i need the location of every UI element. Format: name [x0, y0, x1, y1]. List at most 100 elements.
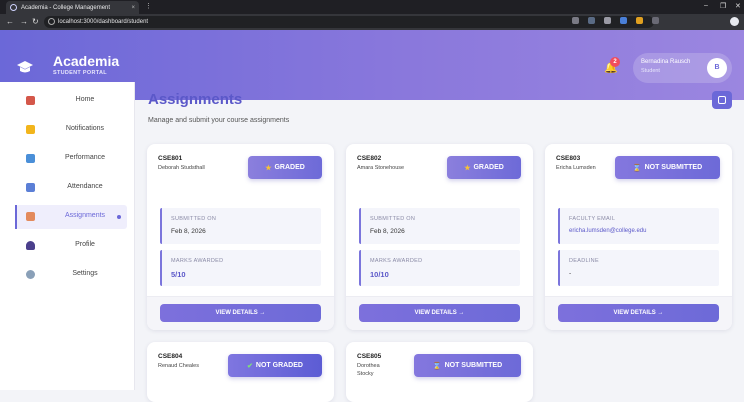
course-code: CSE803 — [556, 155, 581, 162]
url-input[interactable]: localhost:3000/dashboard/student — [44, 16, 654, 28]
tab-title: Academia - College Management — [21, 4, 111, 11]
info-label: MARKS AWARDED — [171, 258, 224, 264]
sidebar-item-notifications[interactable]: Notifications — [16, 118, 127, 142]
star-icon: ★ — [265, 164, 272, 172]
star-icon: ★ — [464, 164, 471, 172]
address-bar: ← → ↻ localhost:3000/dashboard/student — [0, 14, 744, 30]
notification-badge: 2 — [610, 57, 620, 67]
sidebar-item-label: Settings — [72, 270, 98, 277]
info-label: FACULTY EMAIL — [569, 216, 616, 222]
user-name: Bernadina Rausch — [641, 59, 691, 65]
status-badge: ⌛ NOT SUBMITTED — [615, 156, 720, 179]
info-label: MARKS AWARDED — [370, 258, 423, 264]
extension-icon[interactable] — [604, 17, 611, 24]
check-icon: ✔ — [247, 362, 253, 370]
minimize-icon[interactable]: – — [704, 2, 708, 9]
status-badge: ★ GRADED — [248, 156, 322, 179]
sidebar-item-label: Attendance — [67, 183, 103, 190]
status-badge: ✔ NOT GRADED — [228, 354, 322, 377]
sidebar-item-label: Profile — [75, 241, 95, 248]
info-value: - — [569, 270, 572, 277]
view-details-button[interactable]: VIEW DETAILS → — [558, 304, 719, 322]
url-text: localhost:3000/dashboard/student — [58, 19, 149, 25]
status-label: GRADED — [473, 164, 504, 171]
course-code: CSE801 — [158, 155, 183, 162]
globe-icon — [10, 4, 17, 11]
deadline-box: DEADLINE - — [558, 250, 719, 286]
sidebar-item-settings[interactable]: Settings — [16, 263, 127, 287]
info-label: DEADLINE — [569, 258, 599, 264]
sidebar-item-label: Assignments — [64, 212, 106, 219]
view-details-button[interactable]: VIEW DETAILS → — [160, 304, 321, 322]
info-value: Feb 8, 2026 — [370, 228, 405, 235]
status-label: NOT GRADED — [255, 362, 303, 369]
card-footer: VIEW DETAILS → — [545, 296, 732, 330]
tab-close-icon[interactable]: × — [131, 5, 135, 11]
home-icon — [26, 96, 35, 105]
calendar-icon — [26, 183, 35, 192]
site-info-icon[interactable] — [48, 18, 55, 25]
sidebar-item-label: Notifications — [65, 125, 105, 132]
extension-icons — [572, 17, 659, 24]
square-icon — [718, 96, 726, 104]
faculty-email-box: FACULTY EMAIL ericha.lumsden@college.edu — [558, 208, 719, 244]
forward-icon[interactable]: → — [20, 17, 28, 27]
close-window-icon[interactable]: ✕ — [735, 2, 741, 10]
faculty-name: Amara Stonehouse — [357, 165, 405, 171]
marks-box: MARKS AWARDED 10/10 — [359, 250, 520, 286]
action-button[interactable] — [712, 91, 732, 109]
extension-icon[interactable] — [620, 17, 627, 24]
course-code: CSE802 — [357, 155, 382, 162]
browser-tab-bar: Academia - College Management × ⋮ – ❐ ✕ — [0, 0, 744, 14]
info-value: Feb 8, 2026 — [171, 228, 206, 235]
submitted-on-box: SUBMITTED ON Feb 8, 2026 — [359, 208, 520, 244]
view-details-button[interactable]: VIEW DETAILS → — [359, 304, 520, 322]
restore-icon[interactable]: ❐ — [720, 2, 726, 10]
assignment-card: CSE803 Ericha Lumsden ⌛ NOT SUBMITTED FA… — [545, 144, 732, 330]
sidebar-item-label: Performance — [64, 154, 106, 161]
sidebar: Home Notifications Performance Attendanc… — [0, 82, 135, 390]
info-value: 5/10 — [171, 270, 186, 279]
card-footer: VIEW DETAILS → — [147, 296, 334, 330]
status-label: GRADED — [274, 164, 305, 171]
faculty-name: Renaud Cheales — [158, 363, 199, 369]
faculty-name: Deborah Studsthall — [158, 165, 205, 171]
star-icon[interactable] — [588, 17, 595, 24]
page-title: Assignments — [148, 91, 243, 108]
key-icon[interactable] — [572, 17, 579, 24]
status-label: NOT SUBMITTED — [644, 164, 703, 171]
sidebar-item-profile[interactable]: Profile — [16, 234, 127, 258]
course-code: CSE804 — [158, 353, 183, 360]
status-label: NOT SUBMITTED — [444, 362, 503, 369]
sidebar-item-home[interactable]: Home — [16, 89, 127, 113]
bell-icon — [26, 125, 35, 134]
extension-icon[interactable] — [636, 17, 643, 24]
browser-profile-icon[interactable] — [730, 17, 739, 26]
hourglass-icon: ⌛ — [632, 164, 642, 172]
reload-icon[interactable]: ↻ — [32, 17, 39, 27]
course-code: CSE805 — [357, 353, 382, 360]
sidebar-item-assignments[interactable]: Assignments — [15, 205, 127, 229]
assignment-card: CSE802 Amara Stonehouse ★ GRADED SUBMITT… — [346, 144, 533, 330]
extension-icon[interactable] — [652, 17, 659, 24]
bar-chart-icon — [26, 154, 35, 163]
marks-box: MARKS AWARDED 5/10 — [160, 250, 321, 286]
status-badge: ⌛ NOT SUBMITTED — [414, 354, 521, 377]
card-footer: VIEW DETAILS → — [346, 296, 533, 330]
tab-menu-icon[interactable]: ⋮ — [145, 2, 152, 10]
sidebar-item-label: Home — [75, 96, 95, 103]
avatar[interactable]: B — [707, 58, 727, 78]
info-label: SUBMITTED ON — [370, 216, 416, 222]
sidebar-item-attendance[interactable]: Attendance — [16, 176, 127, 200]
sidebar-item-performance[interactable]: Performance — [16, 147, 127, 171]
info-value[interactable]: ericha.lumsden@college.edu — [569, 228, 646, 234]
assignment-card: CSE805 Dorothea Stocky ⌛ NOT SUBMITTED — [346, 342, 533, 402]
assignment-card: CSE801 Deborah Studsthall ★ GRADED SUBMI… — [147, 144, 334, 330]
brand-subtitle: STUDENT PORTAL — [53, 70, 107, 76]
browser-tab[interactable]: Academia - College Management × — [6, 1, 139, 14]
user-role: Student — [641, 68, 660, 74]
user-menu[interactable]: Bernadina Rausch Student B — [633, 53, 732, 83]
info-label: SUBMITTED ON — [171, 216, 217, 222]
back-icon[interactable]: ← — [6, 17, 14, 27]
hourglass-icon: ⌛ — [432, 362, 442, 370]
